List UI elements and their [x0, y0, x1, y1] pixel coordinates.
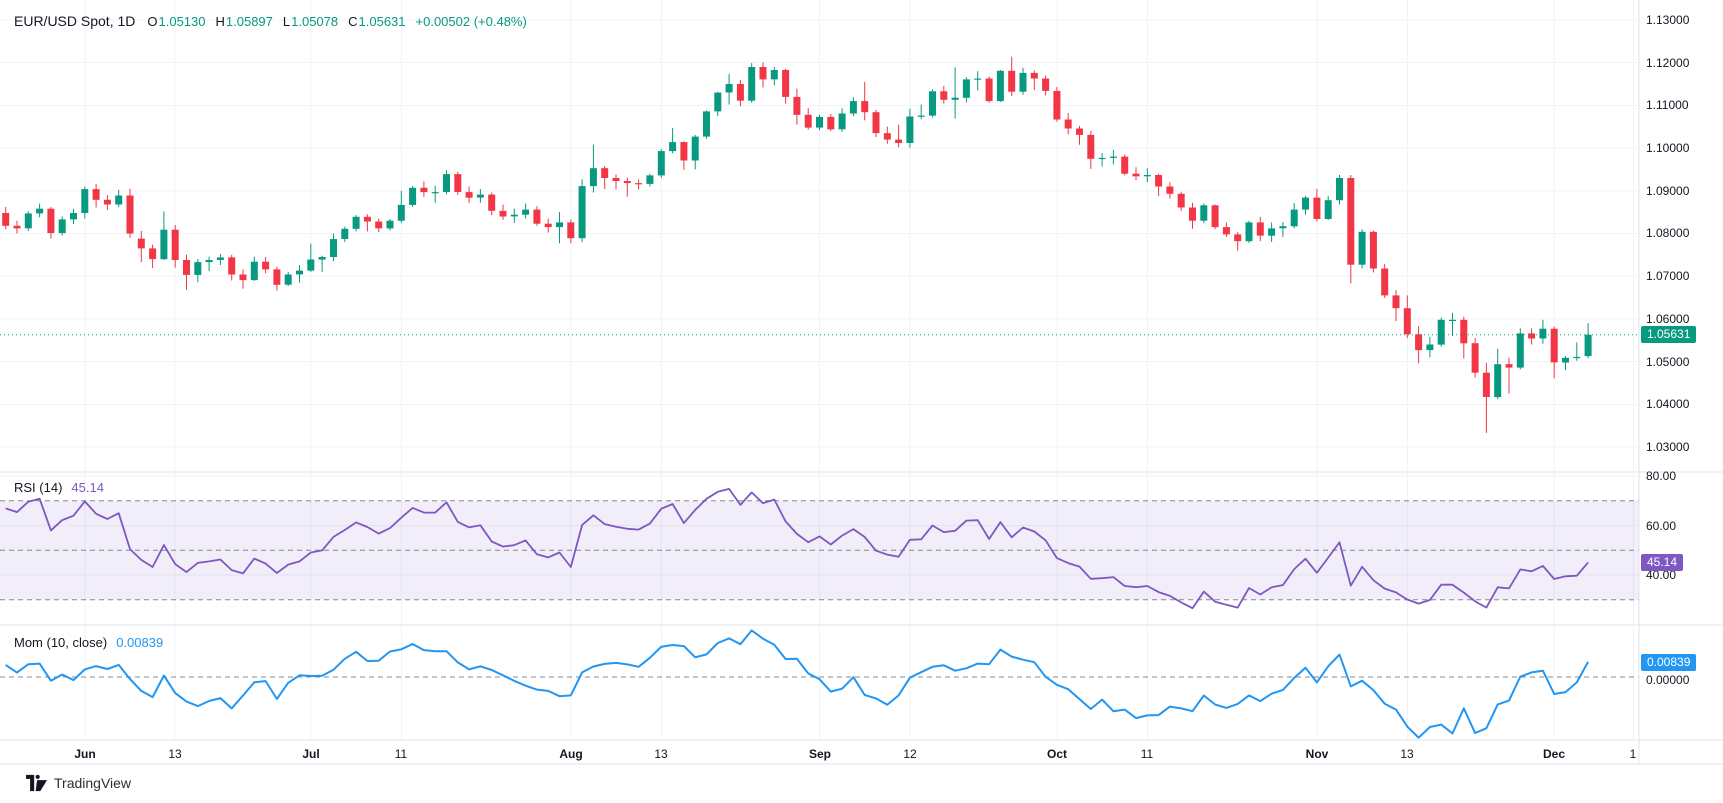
tradingview-attribution[interactable]: TradingView: [26, 774, 131, 792]
mom-axis-label: 0.00000: [1646, 672, 1722, 688]
mom-label: Mom (10, close): [14, 635, 107, 650]
price-axis-label: 1.03000: [1646, 439, 1722, 455]
rsi-axis-label: 80.00: [1646, 468, 1722, 484]
rsi-legend[interactable]: RSI (14) 45.14: [14, 480, 104, 495]
price-axis-label: 1.07000: [1646, 268, 1722, 284]
rsi-label: RSI (14): [14, 480, 62, 495]
chart-canvas[interactable]: [0, 0, 1723, 803]
price-axis-label: 1.05000: [1646, 354, 1722, 370]
ohlc-close: C1.05631: [348, 14, 405, 29]
price-axis-label: 1.13000: [1646, 12, 1722, 28]
time-axis-label: Sep: [809, 746, 831, 762]
last-price-badge: 1.05631: [1641, 326, 1696, 343]
symbol-title: EUR/USD Spot, 1D: [14, 13, 135, 29]
rsi-value: 45.14: [71, 480, 104, 495]
time-axis-label: 1: [1630, 746, 1637, 762]
ohlc-open: O1.05130: [147, 14, 205, 29]
rsi-axis-label: 60.00: [1646, 518, 1722, 534]
tradingview-logo-icon: [26, 774, 47, 792]
price-axis-label: 1.06000: [1646, 311, 1722, 327]
time-axis-label: 13: [168, 746, 181, 762]
price-axis-label: 1.08000: [1646, 225, 1722, 241]
time-axis-label: 11: [395, 746, 407, 762]
time-axis-label: 12: [903, 746, 916, 762]
time-axis-label: Oct: [1047, 746, 1067, 762]
price-axis-label: 1.04000: [1646, 396, 1722, 412]
mom-value-badge: 0.00839: [1641, 654, 1696, 671]
ohlc-high: H1.05897: [216, 14, 273, 29]
time-axis-label: Jul: [302, 746, 319, 762]
price-axis-label: 1.12000: [1646, 55, 1722, 71]
price-axis-label: 1.10000: [1646, 140, 1722, 156]
price-axis-label: 1.09000: [1646, 183, 1722, 199]
time-axis-label: 13: [654, 746, 667, 762]
time-axis-label: Jun: [74, 746, 95, 762]
tradingview-chart-widget: EUR/USD Spot, 1D O1.05130 H1.05897 L1.05…: [0, 0, 1723, 803]
mom-legend[interactable]: Mom (10, close) 0.00839: [14, 635, 163, 650]
time-axis-label: Aug: [559, 746, 582, 762]
time-axis-label: Nov: [1306, 746, 1329, 762]
time-axis-label: 11: [1141, 746, 1153, 762]
rsi-value-badge: 45.14: [1641, 554, 1683, 571]
price-axis-label: 1.11000: [1646, 97, 1722, 113]
time-axis-label: 13: [1400, 746, 1413, 762]
ohlc-low: L1.05078: [283, 14, 338, 29]
price-change: +0.00502 (+0.48%): [416, 14, 527, 29]
mom-value: 0.00839: [116, 635, 163, 650]
symbol-legend[interactable]: EUR/USD Spot, 1D O1.05130 H1.05897 L1.05…: [14, 13, 527, 29]
brand-text: TradingView: [54, 775, 131, 791]
time-axis-label: Dec: [1543, 746, 1565, 762]
